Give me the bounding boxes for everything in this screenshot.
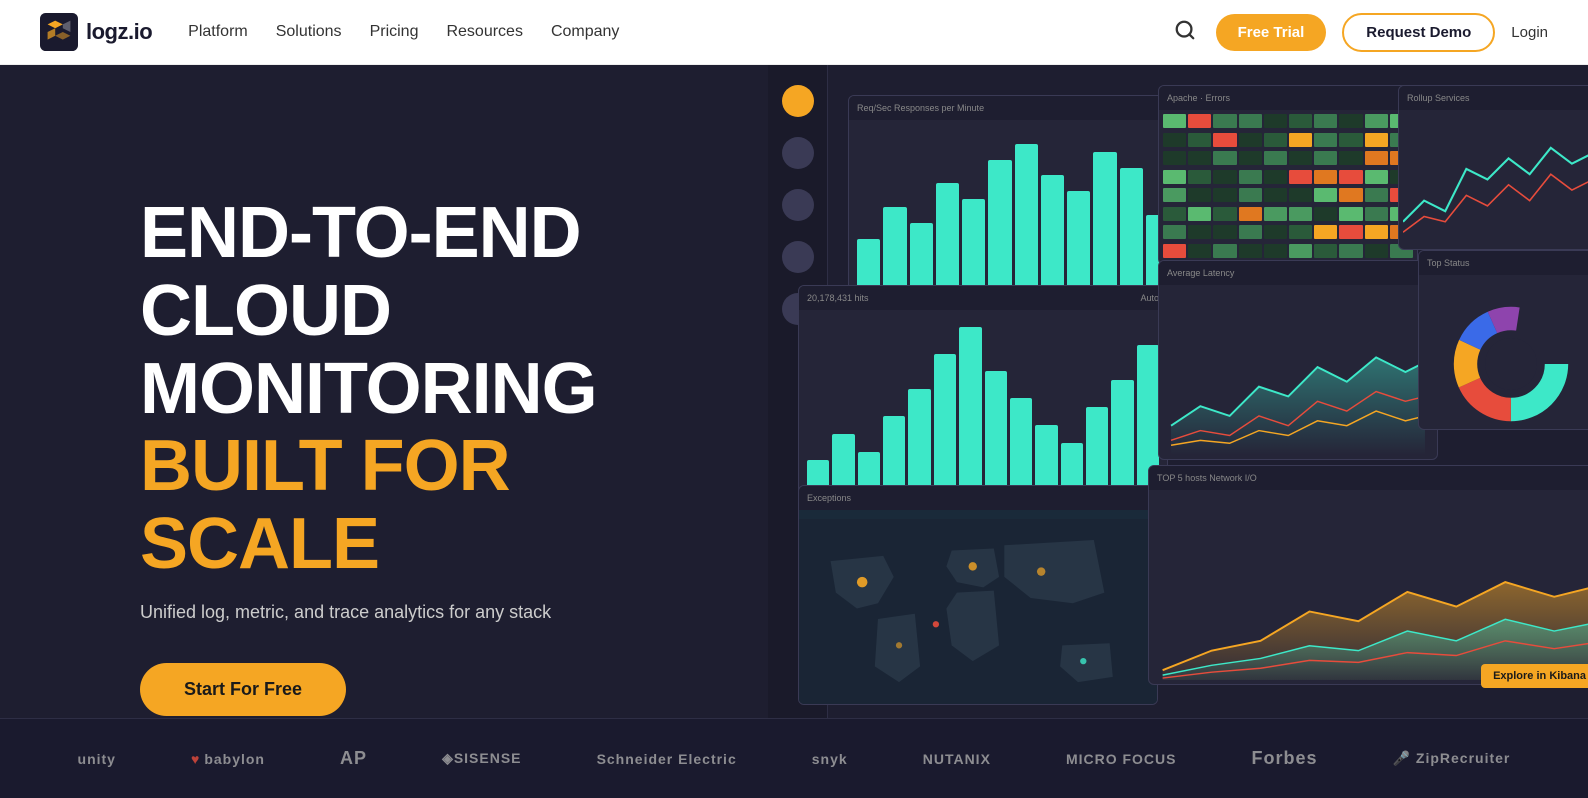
logo-link[interactable]: logz.io bbox=[40, 13, 152, 51]
hero-content: END-TO-END CLOUD MONITORING BUILT FOR SC… bbox=[140, 195, 740, 716]
area-chart-svg bbox=[1153, 494, 1588, 680]
login-button[interactable]: Login bbox=[1511, 24, 1548, 41]
bar-9 bbox=[1067, 191, 1090, 286]
panel-6-header: Top Status bbox=[1419, 251, 1588, 275]
bar-1 bbox=[857, 239, 880, 286]
navbar: logz.io Platform Solutions Pricing Resou… bbox=[0, 0, 1588, 65]
bar-10 bbox=[1093, 152, 1116, 286]
bar-chart bbox=[857, 128, 1169, 286]
multiline-svg bbox=[1163, 289, 1433, 455]
logo-schneider: Schneider Electric bbox=[597, 751, 737, 767]
logo-babylon: ♥babylon bbox=[191, 751, 265, 767]
bar-6 bbox=[988, 160, 1011, 286]
bar-8 bbox=[1041, 175, 1064, 286]
bar-2 bbox=[883, 207, 906, 286]
panel-8-body bbox=[1149, 490, 1588, 684]
nav-item-resources[interactable]: Resources bbox=[446, 23, 522, 41]
navbar-right: Free Trial Request Demo Login bbox=[1170, 13, 1548, 52]
sidebar-dot-1 bbox=[782, 85, 814, 117]
nav-item-pricing[interactable]: Pricing bbox=[370, 23, 419, 41]
bar-4 bbox=[936, 183, 959, 286]
start-free-button[interactable]: Start For Free bbox=[140, 663, 346, 716]
bar-3 bbox=[910, 223, 933, 286]
dashboard-panels: Req/Sec Responses per Minute bbox=[668, 65, 1588, 718]
heatmap-grid: // Heatmap will be generated via JS belo… bbox=[1163, 114, 1413, 260]
logo-ziprecruiter: 🎤 ZipRecruiter bbox=[1393, 750, 1511, 767]
nav-link-resources[interactable]: Resources bbox=[446, 23, 522, 40]
nav-item-solutions[interactable]: Solutions bbox=[276, 23, 342, 41]
nav-item-company[interactable]: Company bbox=[551, 23, 619, 41]
panel-bar-chart: Req/Sec Responses per Minute bbox=[848, 95, 1178, 295]
free-trial-button[interactable]: Free Trial bbox=[1216, 14, 1327, 51]
hero-title-line4: BUILT FOR SCALE bbox=[140, 428, 740, 584]
panel-1-header: Req/Sec Responses per Minute bbox=[849, 96, 1177, 120]
logo-forbes: Forbes bbox=[1252, 748, 1318, 769]
hero-section: END-TO-END CLOUD MONITORING BUILT FOR SC… bbox=[0, 65, 1588, 718]
panel-7-header: Exceptions bbox=[799, 486, 1157, 510]
nav-link-platform[interactable]: Platform bbox=[188, 23, 248, 40]
panel-3-body bbox=[1399, 110, 1588, 249]
logo-text: logz.io bbox=[86, 19, 152, 45]
panel-area-bottom: TOP 5 hosts Network I/O bbox=[1148, 465, 1588, 685]
panel-donut: Top Status bbox=[1418, 250, 1588, 430]
world-map bbox=[799, 510, 1157, 705]
panel-5-header: Average Latency bbox=[1159, 261, 1437, 285]
hero-title-line1: END-TO-END bbox=[140, 195, 740, 273]
nav-item-platform[interactable]: Platform bbox=[188, 23, 248, 41]
nav-link-pricing[interactable]: Pricing bbox=[370, 23, 419, 40]
request-demo-button[interactable]: Request Demo bbox=[1342, 13, 1495, 52]
panel-world-map: Exceptions bbox=[798, 485, 1158, 705]
sidebar-dot-2 bbox=[782, 137, 814, 169]
hero-title-line2: CLOUD bbox=[140, 273, 740, 351]
bar-11 bbox=[1120, 168, 1143, 287]
big-bar-chart bbox=[807, 318, 1159, 496]
logos-bar: unity ♥babylon AP ◈SISENSE Schneider Ele… bbox=[0, 718, 1588, 798]
navbar-left: logz.io Platform Solutions Pricing Resou… bbox=[40, 13, 619, 51]
panel-2-header: Apache · Errors bbox=[1159, 86, 1417, 110]
panel-heatmap: Apache · Errors // Heatmap will be gener… bbox=[1158, 85, 1418, 265]
kibana-badge[interactable]: Explore in Kibana bbox=[1481, 664, 1588, 688]
bar-7 bbox=[1015, 144, 1038, 286]
donut-wrap bbox=[1419, 275, 1588, 430]
hero-subtitle: Unified log, metric, and trace analytics… bbox=[140, 602, 740, 623]
nav-links: Platform Solutions Pricing Resources Com… bbox=[188, 23, 619, 41]
search-icon[interactable] bbox=[1170, 15, 1200, 50]
panel-5-body bbox=[1159, 285, 1437, 459]
hero-title-line3: MONITORING bbox=[140, 351, 740, 429]
donut-svg bbox=[1446, 299, 1576, 429]
panel-8-header: TOP 5 hosts Network I/O bbox=[1149, 466, 1588, 490]
sidebar-dot-4 bbox=[782, 241, 814, 273]
logo-unity: unity bbox=[78, 751, 116, 767]
heart-icon: ♥ bbox=[191, 751, 200, 767]
logo-icon bbox=[40, 13, 78, 51]
panel-3-header: Rollup Services bbox=[1399, 86, 1588, 110]
hero-visuals: Req/Sec Responses per Minute bbox=[668, 65, 1588, 718]
panel-2-body: // Heatmap will be generated via JS belo… bbox=[1159, 110, 1417, 264]
panel-line-chart-top: Rollup Services bbox=[1398, 85, 1588, 250]
logo-snyk: snyk bbox=[812, 751, 848, 767]
panel-big-bar: 20,178,431 hits Auto bbox=[798, 285, 1168, 505]
panel-4-header: 20,178,431 hits Auto bbox=[799, 286, 1167, 310]
nav-link-solutions[interactable]: Solutions bbox=[276, 23, 342, 40]
logo-microfocus: MICRO FOCUS bbox=[1066, 751, 1177, 767]
world-map-svg bbox=[799, 510, 1157, 705]
panel-1-body bbox=[849, 120, 1177, 294]
line-chart-svg bbox=[1403, 114, 1588, 245]
logo-sisense: ◈SISENSE bbox=[442, 750, 521, 767]
logo-nutanix: NUTANIX bbox=[923, 751, 991, 767]
nav-link-company[interactable]: Company bbox=[551, 23, 619, 40]
panel-multiline: Average Latency bbox=[1158, 260, 1438, 460]
panel-4-body bbox=[799, 310, 1167, 504]
bar-5 bbox=[962, 199, 985, 286]
logo-ap: AP bbox=[340, 748, 367, 769]
sidebar-dot-3 bbox=[782, 189, 814, 221]
